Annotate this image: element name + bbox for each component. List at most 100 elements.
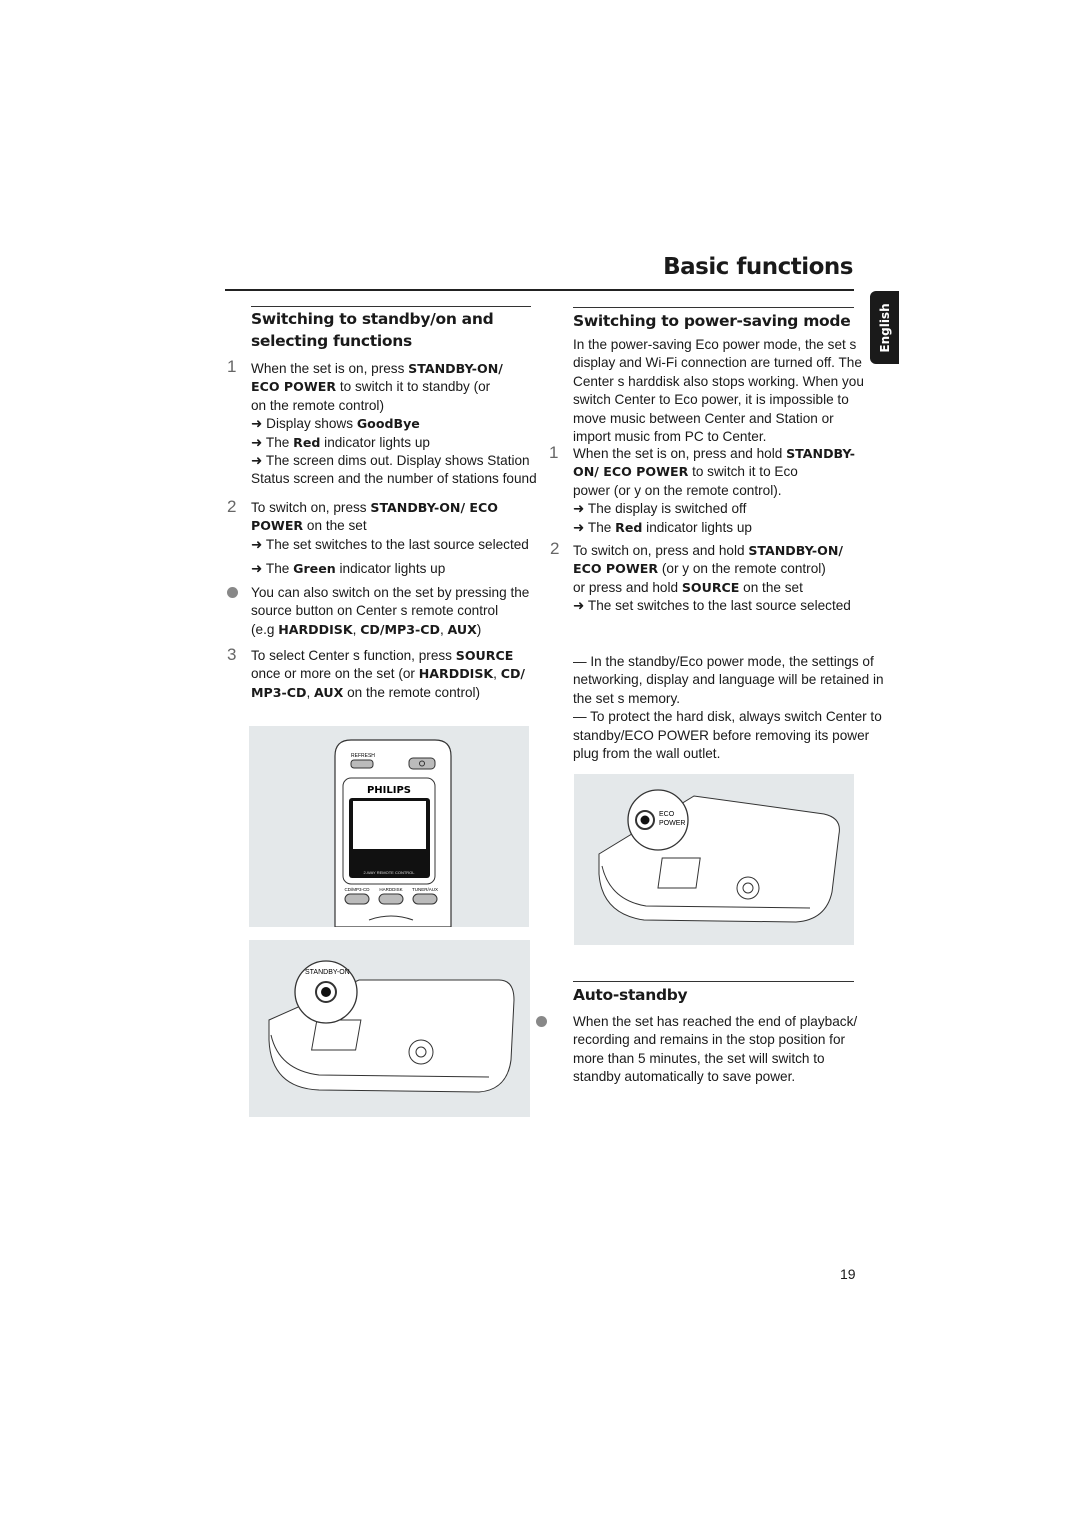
text-line: To switch on, press and hold STANDBY-ON/ (573, 543, 843, 558)
text-line: In the power-saving Eco power mode, the … (573, 337, 857, 352)
section-divider (251, 306, 531, 307)
standby-device-illustration: STANDBY-ON (249, 940, 530, 1117)
bold-term: CD/MP3-CD (360, 621, 440, 637)
text-line: To select Center s function, press SOURC… (251, 648, 514, 663)
section-heading-standby: Switching to standby/on and selecting fu… (251, 308, 494, 352)
bold-term: ECO POWER (251, 379, 337, 395)
eco-step-1-text: When the set is on, press and hold STAND… (573, 445, 855, 537)
bullet-text: You can also switch on the set by pressi… (251, 584, 529, 639)
text-line: standby/ECO POWER before removing its po… (573, 727, 870, 743)
text-line: display and Wi-Fi connection are turned … (573, 355, 862, 371)
text-line: — In the standby/Eco power mode, the set… (573, 654, 874, 669)
cd-button (344, 893, 370, 905)
notes-text: — In the standby/Eco power mode, the set… (573, 653, 884, 763)
power-saving-intro: In the power-saving Eco power mode, the … (573, 336, 864, 446)
step-number: 2 (550, 539, 560, 558)
eco-label: ECO (659, 811, 675, 818)
text-line: Status screen and the number of stations… (251, 471, 537, 487)
refresh-label: REFRESH (351, 753, 375, 759)
text-line: ➜ The screen dims out. Display shows Sta… (251, 453, 530, 469)
power-label: POWER (659, 820, 685, 827)
text-line: ON/ ECO POWER to switch it to Eco (573, 464, 798, 480)
heading-line: Switching to standby/on and (251, 310, 494, 328)
eco-step-2-text: To switch on, press and hold STANDBY-ON/… (573, 542, 851, 616)
text-line: When the set has reached the end of play… (573, 1014, 858, 1029)
standby-on-label: STANDBY-ON (305, 969, 350, 976)
section-divider (573, 981, 854, 982)
bullet-icon (536, 1016, 547, 1027)
text-line: ➜ The Red indicator lights up (251, 434, 430, 450)
text-line: once or more on the set (or HARDDISK, CD… (251, 666, 526, 682)
step-number: 1 (549, 443, 559, 462)
text-line: ECO POWER (or y on the remote control) (573, 561, 826, 577)
bold-term: ECO POWER (573, 561, 659, 577)
language-tab: English (870, 291, 899, 364)
text-line: move music between Center and Station or (573, 410, 834, 426)
bold-term: ON/ ECO POWER (573, 464, 689, 480)
text-line: ➜ The set switches to the last source se… (573, 598, 851, 614)
eco-power-device-illustration: ECO POWER (574, 774, 854, 945)
page-title: Basic functions (663, 254, 853, 280)
text-line: ECO POWER to switch it to standby (or (251, 379, 491, 395)
standby-button-icon (321, 987, 331, 997)
bold-term: Red (293, 434, 321, 450)
bold-term: GoodBye (356, 416, 420, 432)
page-number: 19 (840, 1266, 856, 1282)
section-heading-power-saving: Switching to power-saving mode (573, 312, 851, 330)
language-tab-label: English (877, 302, 892, 353)
section-heading-auto-standby: Auto-standby (573, 986, 688, 1004)
remote-caption: 2-WAY REMOTE CONTROL (363, 870, 415, 875)
text-line: import music from PC to Center. (573, 429, 767, 445)
bold-term: AUX (314, 684, 344, 700)
tuner-button (412, 893, 438, 905)
text-line: POWER on the set (251, 518, 367, 534)
text-line: plug from the wall outlet. (573, 746, 721, 762)
text-line: on the remote control) (251, 397, 384, 413)
heading-line: selecting functions (251, 332, 412, 350)
bold-term: HARDDISK (418, 666, 494, 682)
text-line: switch Center to Eco power, it is imposs… (573, 392, 849, 408)
text-line: ➜ The Red indicator lights up (573, 519, 752, 535)
refresh-button (350, 759, 374, 769)
text-line: When the set is on, press STANDBY-ON/ (251, 361, 503, 376)
btn-label: TUNER/AUX (412, 887, 438, 892)
bold-term: Red (615, 519, 643, 535)
bold-term: STANDBY- (786, 446, 855, 461)
remote-control-illustration: REFRESH PHILIPS 2-WAY REMOTE CONTROL CD/… (249, 726, 529, 928)
brand-logo: PHILIPS (367, 785, 411, 796)
text-line: Center s harddisk also stops working. Wh… (573, 373, 864, 389)
power-button (408, 757, 436, 770)
text-line: more than 5 minutes, the set will switch… (573, 1050, 825, 1066)
bullet-icon (227, 587, 238, 598)
btn-label: HARDDISK (379, 887, 402, 892)
text-line: power (or y on the remote control). (573, 482, 782, 498)
text-line: source button on Center s remote control (251, 603, 499, 619)
bold-term: Green (293, 561, 336, 576)
step-number: 3 (227, 645, 237, 664)
text-line: the set s memory. (573, 690, 681, 706)
btn-label: CD/MP3-CD (344, 887, 370, 892)
eco-power-button-icon (640, 815, 650, 825)
remote-display (353, 801, 426, 849)
bold-term: STANDBY-ON/ ECO (370, 500, 498, 515)
text-line: MP3-CD, AUX on the remote control) (251, 684, 481, 700)
auto-standby-text: When the set has reached the end of play… (573, 1013, 857, 1087)
bold-term: MP3-CD (251, 684, 307, 700)
text-line: You can also switch on the set by pressi… (251, 585, 530, 600)
text-line: or press and hold SOURCE on the set (573, 579, 803, 595)
text-line: networking, display and language will be… (573, 672, 884, 688)
step-number: 2 (227, 497, 237, 516)
bold-term: AUX (447, 621, 477, 637)
text-line: ➜ The Green indicator lights up (251, 561, 446, 576)
bold-term: STANDBY-ON/ (408, 361, 503, 376)
section-divider (573, 307, 854, 308)
bold-term: POWER (251, 518, 304, 534)
bold-term: HARDDISK (278, 621, 353, 637)
step-2-text: To switch on, press STANDBY-ON/ ECO POWER… (251, 499, 529, 554)
bold-term: SOURCE (681, 579, 740, 595)
header-divider (225, 289, 854, 291)
bold-term: CD/ (500, 666, 526, 682)
text-line: ➜ The display is switched off (573, 501, 747, 517)
bold-term: STANDBY-ON/ (748, 543, 843, 558)
text-line: When the set is on, press and hold STAND… (573, 446, 855, 461)
